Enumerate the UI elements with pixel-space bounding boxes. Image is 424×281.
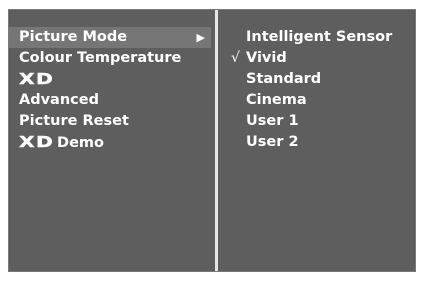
- menu-item-picture-mode[interactable]: Picture Mode ▶: [9, 27, 211, 48]
- menu-item-label: Colour Temperature: [19, 50, 182, 66]
- menu-item-xd-demo[interactable]: XD Demo: [9, 132, 215, 153]
- menu-item-label: Picture Mode: [19, 29, 128, 45]
- option-label: Vivid: [246, 50, 287, 66]
- option-label: Standard: [246, 71, 322, 87]
- menu-item-advanced[interactable]: Advanced: [9, 90, 215, 111]
- xd-logo-icon: XD: [19, 133, 55, 151]
- option-user-1[interactable]: User 1: [218, 111, 415, 132]
- menu-item-xd[interactable]: XD: [9, 69, 215, 90]
- option-intelligent-sensor[interactable]: Intelligent Sensor: [218, 27, 415, 48]
- menu-item-label: Demo: [57, 135, 104, 151]
- menu-item-colour-temperature[interactable]: Colour Temperature: [9, 48, 215, 69]
- menu-item-label: Advanced: [19, 92, 99, 108]
- option-standard[interactable]: Standard: [218, 69, 415, 90]
- picture-menu-panel: Picture Mode ▶ Colour Temperature XD Adv…: [8, 9, 416, 272]
- option-label: Cinema: [246, 92, 307, 108]
- submenu-arrow-icon: ▶: [196, 31, 205, 44]
- main-menu-list: Picture Mode ▶ Colour Temperature XD Adv…: [9, 27, 215, 153]
- xd-logo-icon: XD: [19, 70, 55, 88]
- option-label: Intelligent Sensor: [246, 29, 393, 45]
- option-vivid[interactable]: √ Vivid: [218, 48, 415, 69]
- option-label: User 1: [246, 113, 299, 129]
- picture-mode-submenu: Intelligent Sensor √ Vivid Standard Cine…: [218, 27, 415, 153]
- option-label: User 2: [246, 134, 299, 150]
- menu-item-picture-reset[interactable]: Picture Reset: [9, 111, 215, 132]
- menu-item-label: Picture Reset: [19, 113, 129, 129]
- checkmark-icon: √: [231, 50, 240, 66]
- option-cinema[interactable]: Cinema: [218, 90, 415, 111]
- option-user-2[interactable]: User 2: [218, 132, 415, 153]
